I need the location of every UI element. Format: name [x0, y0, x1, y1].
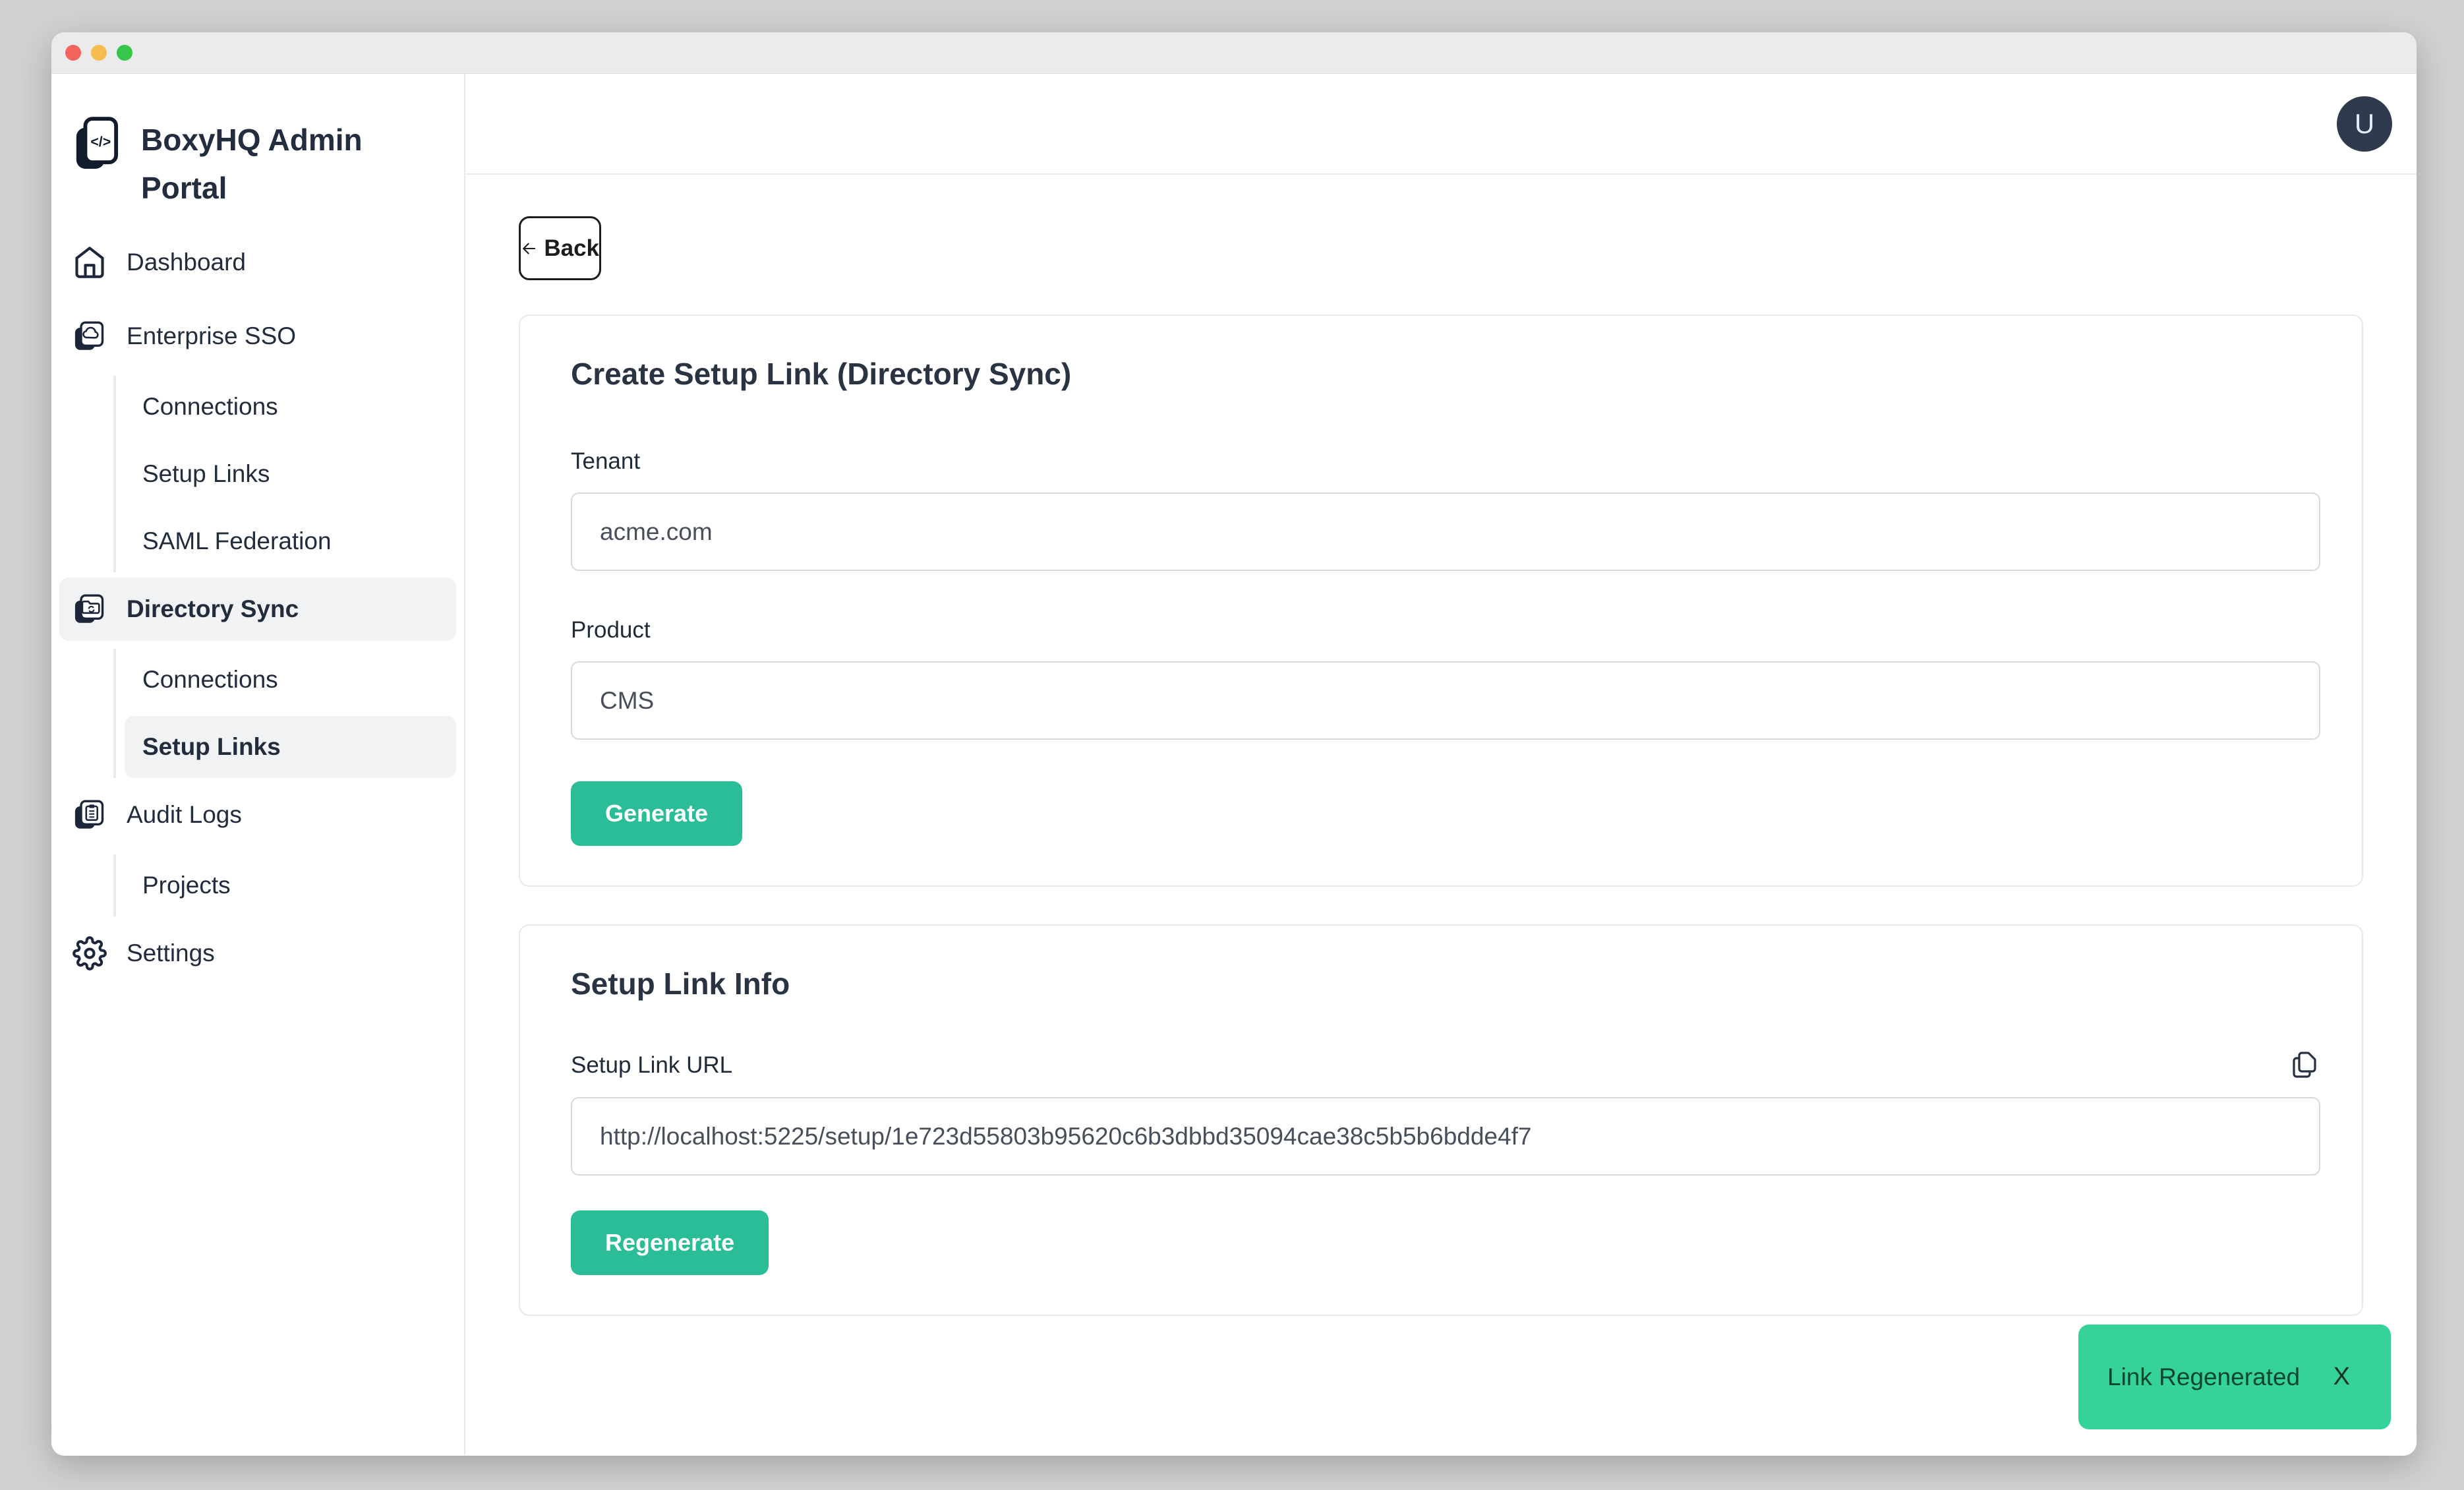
create-setup-link-card: Create Setup Link (Directory Sync) Tenan… [519, 314, 2363, 887]
minimize-window-button[interactable] [91, 45, 107, 61]
setup-link-info-card: Setup Link Info Setup Link URL Regenerat… [519, 924, 2363, 1316]
app-body: </> BoxyHQ Admin Portal Dashboard [51, 74, 2417, 1455]
back-button[interactable]: Back [519, 216, 601, 280]
boxyhq-logo-icon: </> [73, 116, 119, 173]
sidebar-item-label: Connections [142, 393, 278, 421]
header-bar: U [465, 74, 2417, 175]
sso-cloud-box-icon [73, 319, 107, 353]
card-title: Setup Link Info [571, 964, 2320, 1003]
generate-button[interactable]: Generate [571, 781, 742, 846]
sidebar-item-dashboard[interactable]: Dashboard [59, 231, 456, 294]
sidebar-item-label: Setup Links [142, 733, 281, 761]
sidebar-item-settings[interactable]: Settings [59, 922, 456, 985]
toast-message: Link Regenerated [2107, 1363, 2300, 1391]
sidebar-item-label: Dashboard [127, 249, 246, 276]
sidebar-nav: Dashboard Enterprise SSO Connections [51, 231, 464, 985]
directory-sync-box-icon [73, 592, 107, 626]
toast-notification: Link Regenerated X [2078, 1325, 2391, 1429]
close-window-button[interactable] [65, 45, 81, 61]
regenerate-button[interactable]: Regenerate [571, 1210, 769, 1275]
page-content: Back Create Setup Link (Directory Sync) … [465, 175, 2417, 1316]
arrow-left-icon [521, 235, 537, 262]
sidebar-item-enterprise-sso[interactable]: Enterprise SSO [59, 305, 456, 368]
sidebar-item-sso-connections[interactable]: Connections [125, 376, 456, 438]
gear-icon [73, 936, 107, 970]
window-titlebar [51, 32, 2417, 74]
sidebar-item-label: Directory Sync [127, 595, 299, 623]
product-input[interactable] [571, 661, 2320, 740]
setup-link-url-row: Setup Link URL [571, 1049, 2320, 1081]
sidebar-item-label: Projects [142, 872, 231, 899]
sidebar-item-label: Connections [142, 666, 278, 694]
sidebar: </> BoxyHQ Admin Portal Dashboard [51, 74, 465, 1455]
sidebar-item-sso-setup-links[interactable]: Setup Links [125, 443, 456, 505]
sidebar-item-label: SAML Federation [142, 527, 332, 555]
app-logo: </> BoxyHQ Admin Portal [51, 74, 464, 212]
sidebar-item-directory-sync[interactable]: Directory Sync [59, 578, 456, 641]
tenant-input[interactable] [571, 492, 2320, 571]
user-avatar[interactable]: U [2337, 96, 2392, 152]
card-title: Create Setup Link (Directory Sync) [571, 354, 2320, 394]
app-window: </> BoxyHQ Admin Portal Dashboard [51, 32, 2417, 1456]
sidebar-item-label: Setup Links [142, 460, 270, 488]
app-title: BoxyHQ Admin Portal [141, 116, 372, 212]
enterprise-sso-subnav: Connections Setup Links SAML Federation [113, 376, 456, 572]
setup-link-url-input[interactable] [571, 1097, 2320, 1176]
main-area: U Back Create Setup Link (Directory Sync… [465, 74, 2417, 1455]
sidebar-item-label: Enterprise SSO [127, 322, 296, 350]
setup-link-url-label: Setup Link URL [571, 1054, 732, 1077]
sidebar-item-dsync-connections[interactable]: Connections [125, 649, 456, 711]
product-label: Product [571, 618, 2320, 641]
sidebar-item-label: Audit Logs [127, 801, 242, 829]
sidebar-item-dsync-setup-links[interactable]: Setup Links [125, 716, 456, 778]
copy-button[interactable] [2289, 1049, 2320, 1081]
audit-logs-subnav: Projects [113, 854, 456, 916]
sidebar-item-label: Settings [127, 939, 215, 967]
toast-close-button[interactable]: X [2333, 1363, 2350, 1391]
sidebar-item-audit-logs[interactable]: Audit Logs [59, 783, 456, 847]
sidebar-item-projects[interactable]: Projects [125, 854, 456, 916]
home-icon [73, 245, 107, 280]
audit-logs-box-icon [73, 798, 107, 832]
tenant-label: Tenant [571, 450, 2320, 473]
directory-sync-subnav: Connections Setup Links [113, 649, 456, 778]
back-button-label: Back [544, 235, 599, 262]
zoom-window-button[interactable] [117, 45, 132, 61]
copy-icon [2289, 1049, 2320, 1081]
sidebar-item-saml-federation[interactable]: SAML Federation [125, 510, 456, 572]
svg-text:</>: </> [90, 134, 111, 150]
